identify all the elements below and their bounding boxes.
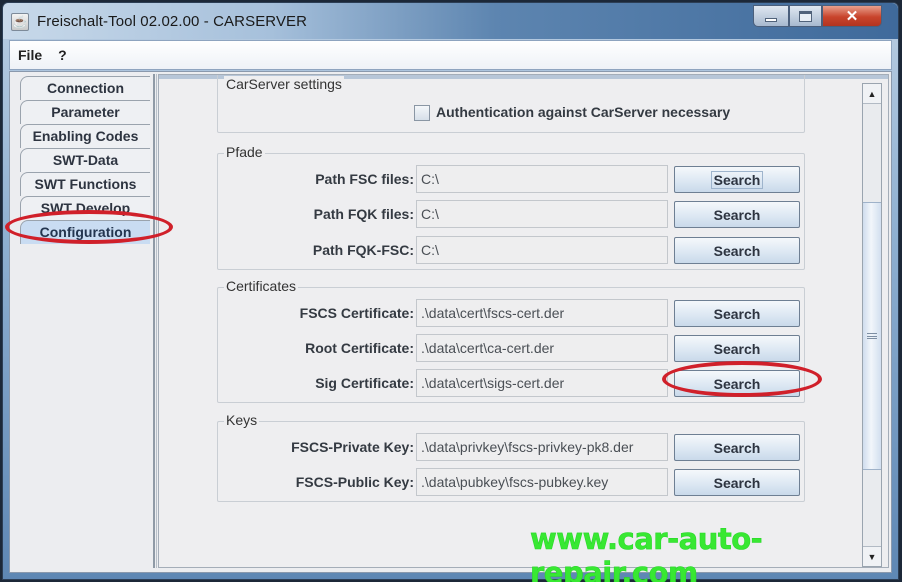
path-fqk-row: Path FQK files:	[218, 200, 414, 228]
search-label: Search	[713, 340, 761, 357]
sig-cert-search-button[interactable]: Search	[674, 370, 800, 397]
sig-cert-label: Sig Certificate:	[315, 375, 414, 391]
close-button[interactable]: ✕	[822, 5, 882, 27]
maximize-icon	[799, 10, 812, 22]
path-fqk-label: Path FQK files:	[313, 206, 414, 222]
root-cert-label: Root Certificate:	[305, 340, 414, 356]
sig-cert-input[interactable]: .\data\cert\sigs-cert.der	[416, 369, 668, 397]
minimize-icon	[765, 18, 777, 22]
client-area: Connection Parameter Enabling Codes SWT-…	[9, 71, 892, 573]
sig-cert-row: Sig Certificate:	[218, 369, 414, 397]
scroll-up-button[interactable]: ▲	[863, 84, 881, 104]
pfade-group: Pfade Path FSC files: C:\ Search Path FQ…	[217, 144, 805, 270]
path-fqk-search-button[interactable]: Search	[674, 201, 800, 228]
path-fqk-input[interactable]: C:\	[416, 200, 668, 228]
certificates-group: Certificates FSCS Certificate: .\data\ce…	[217, 278, 805, 403]
tab-list: Connection Parameter Enabling Codes SWT-…	[16, 76, 158, 244]
vertical-scrollbar[interactable]: ▲ ▼	[862, 83, 882, 567]
path-fsc-search-button[interactable]: Search	[674, 166, 800, 193]
watermark-text: www.car-auto-repair.com	[530, 522, 763, 582]
public-key-row: FSCS-Public Key:	[218, 468, 414, 496]
search-label: Search	[713, 474, 761, 491]
auth-checkbox[interactable]	[414, 105, 430, 121]
public-key-search-button[interactable]: Search	[674, 469, 800, 496]
app-window: ☕ Freischalt-Tool 02.02.00 - CARSERVER ✕…	[2, 2, 899, 580]
tab-connection[interactable]: Connection	[20, 76, 150, 100]
fscs-cert-row: FSCS Certificate:	[218, 299, 414, 327]
configuration-panel: CarServer settings Authentication agains…	[158, 74, 889, 568]
private-key-row: FSCS-Private Key:	[218, 433, 414, 461]
menu-bar: File ?	[9, 40, 892, 70]
keys-group: Keys FSCS-Private Key: .\data\privkey\fs…	[217, 412, 805, 502]
tab-parameter[interactable]: Parameter	[20, 100, 150, 124]
tab-enabling-codes[interactable]: Enabling Codes	[20, 124, 150, 148]
menu-file[interactable]: File	[18, 47, 42, 63]
grip-icon	[867, 333, 877, 339]
path-fqk-fsc-input[interactable]: C:\	[416, 236, 668, 264]
path-fsc-input[interactable]: C:\	[416, 165, 668, 193]
tab-panel-border	[153, 74, 157, 568]
public-key-input[interactable]: .\data\pubkey\fscs-pubkey.key	[416, 468, 668, 496]
pfade-title: Pfade	[224, 144, 265, 160]
tab-configuration[interactable]: Configuration	[20, 220, 150, 244]
root-cert-search-button[interactable]: Search	[674, 335, 800, 362]
fscs-cert-search-button[interactable]: Search	[674, 300, 800, 327]
tab-swt-develop[interactable]: SWT Develop	[20, 196, 150, 220]
private-key-input[interactable]: .\data\privkey\fscs-privkey-pk8.der	[416, 433, 668, 461]
path-fqk-fsc-row: Path FQK-FSC:	[218, 236, 414, 264]
path-fqk-fsc-search-button[interactable]: Search	[674, 237, 800, 264]
search-label: Search	[713, 206, 761, 223]
arrow-up-icon: ▲	[867, 88, 877, 99]
search-label: Search	[713, 439, 761, 456]
minimize-button[interactable]	[753, 5, 789, 27]
search-label: Search	[713, 375, 761, 392]
private-key-search-button[interactable]: Search	[674, 434, 800, 461]
path-fsc-label: Path FSC files:	[315, 171, 414, 187]
root-cert-row: Root Certificate:	[218, 334, 414, 362]
fscs-cert-label: FSCS Certificate:	[299, 305, 414, 321]
search-label: Search	[713, 242, 761, 259]
title-bar[interactable]: ☕ Freischalt-Tool 02.02.00 - CARSERVER ✕	[3, 3, 898, 39]
path-fqk-fsc-label: Path FQK-FSC:	[312, 242, 414, 258]
fscs-cert-input[interactable]: .\data\cert\fscs-cert.der	[416, 299, 668, 327]
maximize-button[interactable]	[789, 5, 822, 27]
root-cert-input[interactable]: .\data\cert\ca-cert.der	[416, 334, 668, 362]
carserver-settings-group: CarServer settings Authentication agains…	[217, 75, 805, 133]
search-label: Search	[713, 305, 761, 322]
search-label: Search	[710, 170, 764, 189]
java-cup-icon: ☕	[11, 13, 29, 31]
path-fsc-row: Path FSC files:	[218, 165, 414, 193]
window-title: Freischalt-Tool 02.02.00 - CARSERVER	[37, 13, 308, 30]
private-key-label: FSCS-Private Key:	[291, 439, 414, 455]
close-icon: ✕	[845, 8, 859, 25]
tab-swt-data[interactable]: SWT-Data	[20, 148, 150, 172]
public-key-label: FSCS-Public Key:	[295, 474, 414, 490]
keys-title: Keys	[224, 412, 260, 428]
menu-help[interactable]: ?	[58, 47, 67, 63]
tab-swt-functions[interactable]: SWT Functions	[20, 172, 150, 196]
window-controls: ✕	[753, 5, 882, 27]
carserver-settings-title: CarServer settings	[224, 76, 344, 92]
certificates-title: Certificates	[224, 278, 299, 294]
scrollbar-thumb[interactable]	[863, 202, 881, 470]
auth-checkbox-label[interactable]: Authentication against CarServer necessa…	[436, 104, 730, 120]
